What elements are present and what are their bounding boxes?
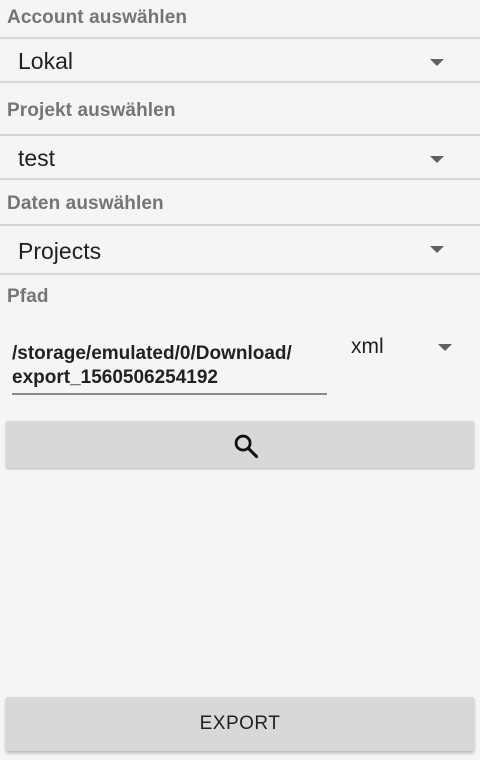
path-value-line-2: export_1560506254192 [12, 367, 219, 388]
data-selected-value: Projects [18, 238, 102, 264]
path-label: Pfad [7, 286, 49, 307]
data-label: Daten auswählen [7, 193, 164, 214]
search-icon [234, 434, 259, 459]
project-selected-value: test [18, 145, 56, 171]
dropdown-arrow-icon [430, 156, 444, 163]
dropdown-arrow-icon [430, 59, 444, 66]
account-label: Account auswählen [7, 7, 188, 28]
data-spinner[interactable]: Projects [0, 224, 480, 275]
account-spinner[interactable]: Lokal [0, 37, 480, 83]
browse-button[interactable] [6, 421, 474, 468]
format-spinner[interactable]: xml [340, 330, 470, 366]
path-input[interactable]: /storage/emulated/0/Download/ export_156… [12, 336, 327, 395]
account-selected-value: Lokal [18, 48, 73, 74]
format-selected-value: xml [351, 335, 384, 358]
dropdown-arrow-icon [438, 344, 452, 351]
dropdown-arrow-icon [430, 246, 444, 253]
project-spinner[interactable]: test [0, 134, 480, 180]
export-button[interactable]: EXPORT [6, 697, 474, 751]
project-label: Projekt auswählen [7, 100, 176, 121]
path-value-line-1: /storage/emulated/0/Download/ [12, 343, 292, 364]
